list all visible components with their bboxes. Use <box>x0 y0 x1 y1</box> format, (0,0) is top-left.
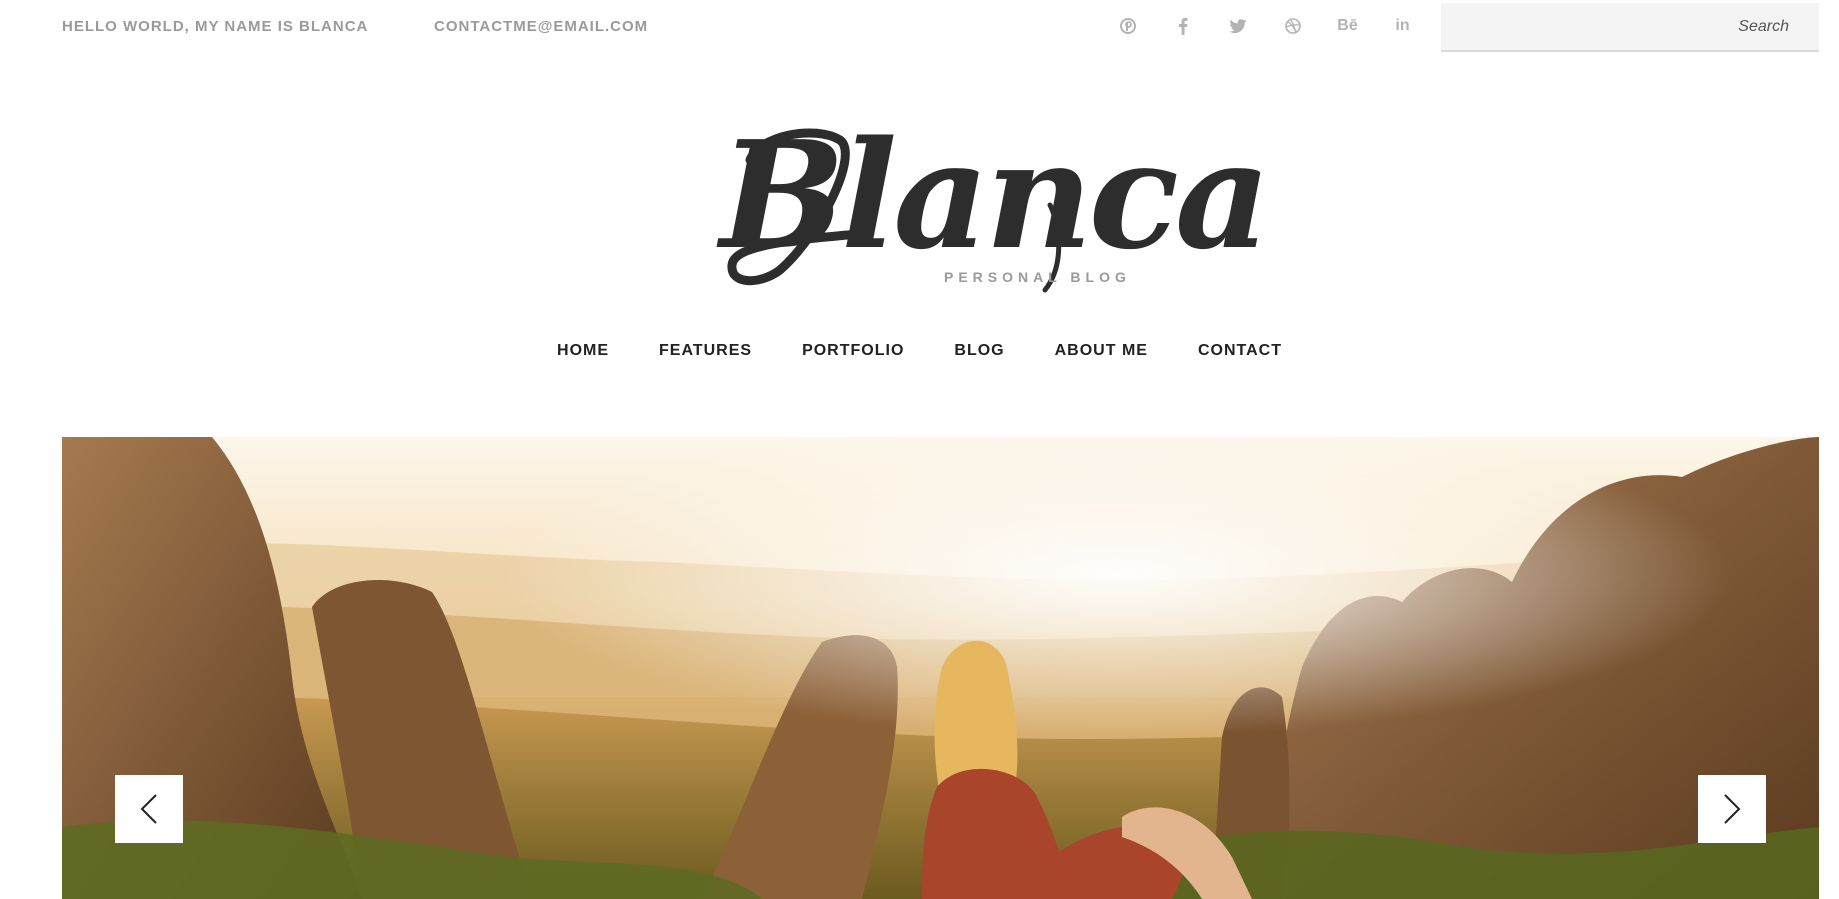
nav-item-about-me[interactable]: ABOUT ME <box>1030 342 1173 360</box>
prev-slide-button[interactable] <box>115 775 183 843</box>
social-links: Bē in <box>1100 14 1430 38</box>
contact-email-link[interactable]: CONTACTME@EMAIL.COM <box>434 18 648 35</box>
greeting-text: HELLO WORLD, MY NAME IS BLANCA <box>62 18 369 35</box>
nav-item-contact[interactable]: CONTACT <box>1173 342 1307 360</box>
search-box[interactable] <box>1441 3 1819 52</box>
chevron-left-icon <box>140 794 157 824</box>
nav-item-portfolio[interactable]: PORTFOLIO <box>777 342 929 360</box>
pinterest-icon[interactable] <box>1100 14 1155 38</box>
behance-icon[interactable]: Bē <box>1320 14 1375 38</box>
search-input[interactable] <box>1441 3 1819 50</box>
top-bar: HELLO WORLD, MY NAME IS BLANCA CONTACTME… <box>0 0 1839 52</box>
hero-image <box>62 437 1819 899</box>
dribbble-icon[interactable] <box>1265 14 1320 38</box>
main-navigation: HOME FEATURES PORTFOLIO BLOG ABOUT ME CO… <box>0 342 1839 360</box>
twitter-icon[interactable] <box>1210 14 1265 38</box>
linkedin-icon[interactable]: in <box>1375 14 1430 38</box>
next-slide-button[interactable] <box>1698 775 1766 843</box>
nav-item-blog[interactable]: BLOG <box>929 342 1029 360</box>
nav-item-home[interactable]: HOME <box>532 342 634 360</box>
logo-wordmark: Blanca <box>720 108 1271 282</box>
hero-slider <box>62 437 1819 899</box>
facebook-icon[interactable] <box>1155 14 1210 38</box>
nav-item-features[interactable]: FEATURES <box>634 342 777 360</box>
chevron-right-icon <box>1724 794 1741 824</box>
logo-tagline: PERSONAL BLOG <box>944 269 1131 285</box>
site-logo[interactable]: Blanca PERSONAL BLOG <box>720 108 1271 295</box>
